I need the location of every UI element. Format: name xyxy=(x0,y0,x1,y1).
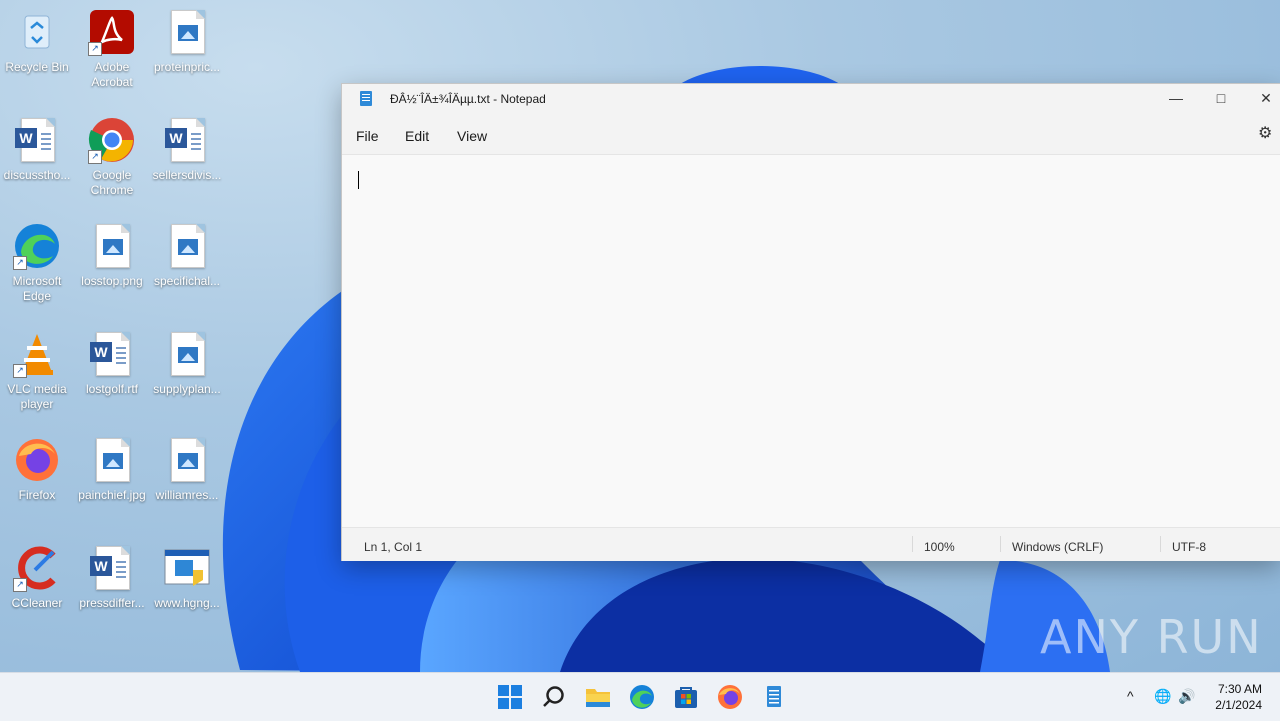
edge-icon: ↗ xyxy=(13,222,61,270)
desktop-icon-microsoft-edge[interactable]: ↗ Microsoft Edge xyxy=(0,222,74,304)
desktop-icon-vlc[interactable]: ↗ VLC media player xyxy=(0,330,74,412)
desktop-icon-losstop[interactable]: losstop.png xyxy=(75,222,149,289)
word-document-icon: W xyxy=(88,544,136,592)
start-icon[interactable] xyxy=(496,683,524,711)
search-icon[interactable] xyxy=(540,683,568,711)
status-separator xyxy=(1000,536,1001,552)
desktop-icon-label: Adobe Acrobat xyxy=(91,60,133,89)
desktop-icon-recycle-bin[interactable]: Recycle Bin xyxy=(0,8,74,75)
desktop-icon-label: lostgolf.rtf xyxy=(85,382,139,396)
desktop-icon-label: VLC media player xyxy=(7,382,67,411)
system-clock[interactable]: 7:30 AM 2/1/2024 xyxy=(1215,681,1262,713)
text-caret xyxy=(358,171,359,189)
ccleaner-icon: ↗ xyxy=(13,544,61,592)
image-file-icon xyxy=(88,436,136,484)
menu-edit[interactable]: Edit xyxy=(405,128,429,144)
chrome-icon: ↗ xyxy=(88,116,136,164)
menu-file[interactable]: File xyxy=(356,128,379,144)
desktop-icon-discusstho[interactable]: W discusstho... xyxy=(0,116,74,183)
notepad-icon[interactable] xyxy=(760,683,788,713)
taskbar: ^ 🌐 🔊 7:30 AM 2/1/2024 xyxy=(0,672,1280,721)
status-cursor-position: Ln 1, Col 1 xyxy=(364,540,423,554)
acrobat-icon: ↗ xyxy=(88,8,136,56)
status-separator xyxy=(912,536,913,552)
image-file-icon xyxy=(163,330,211,378)
image-file-icon xyxy=(163,8,211,56)
image-file-icon xyxy=(163,222,211,270)
desktop-icon-label: painchief.jpg xyxy=(78,488,146,502)
close-button[interactable]: ✕ xyxy=(1243,84,1280,114)
maximize-button[interactable]: □ xyxy=(1198,84,1244,114)
clock-date: 2/1/2024 xyxy=(1215,698,1262,712)
image-file-icon xyxy=(88,222,136,270)
desktop-icon-label: CCleaner xyxy=(11,596,63,610)
desktop-icon-label: Recycle Bin xyxy=(5,60,69,74)
text-editor-area[interactable] xyxy=(342,155,1280,527)
desktop-icon-lostgolf[interactable]: W lostgolf.rtf xyxy=(75,330,149,397)
desktop-icon-label: Google Chrome xyxy=(90,168,134,197)
desktop-icon-painchief[interactable]: painchief.jpg xyxy=(75,436,149,503)
word-document-icon: W xyxy=(163,116,211,164)
desktop-icon-google-chrome[interactable]: ↗ Google Chrome xyxy=(75,116,149,198)
desktop-icon-ccleaner[interactable]: ↗ CCleaner xyxy=(0,544,74,611)
file-explorer-icon[interactable] xyxy=(584,683,612,711)
anyrun-watermark: ANY RUN xyxy=(1040,610,1263,664)
status-encoding: UTF-8 xyxy=(1172,540,1206,554)
firefox-icon[interactable] xyxy=(716,683,744,711)
desktop-icon-sellersdivis[interactable]: W sellersdivis... xyxy=(150,116,224,183)
desktop-icon-label: williamres... xyxy=(155,488,219,502)
word-document-icon: W xyxy=(88,330,136,378)
desktop-icon-label: proteinpric... xyxy=(153,60,221,74)
network-globe-icon[interactable]: 🌐 xyxy=(1154,688,1171,705)
setup-program-icon xyxy=(163,544,211,592)
status-line-ending: Windows (CRLF) xyxy=(1012,540,1104,554)
desktop-icon-label: www.hgng... xyxy=(154,596,220,610)
store-icon[interactable] xyxy=(672,683,700,711)
minimize-button[interactable]: — xyxy=(1153,84,1199,114)
desktop-icon-label: discusstho... xyxy=(3,168,71,182)
settings-gear-icon[interactable]: ⚙ xyxy=(1258,126,1274,142)
window-title: ÐÂ½¨ÎÄ±¾ÎÄµµ.txt - Notepad xyxy=(390,92,546,106)
desktop-icon-label: specifichal... xyxy=(153,274,221,288)
image-file-icon xyxy=(163,436,211,484)
menu-view[interactable]: View xyxy=(457,128,487,144)
desktop-icon-label: Firefox xyxy=(18,488,56,502)
desktop-icon-label: supplyplan... xyxy=(153,382,221,396)
notepad-window[interactable]: ÐÂ½¨ÎÄ±¾ÎÄµµ.txt - Notepad — □ ✕ File Ed… xyxy=(342,84,1280,561)
recycle-bin-icon xyxy=(13,8,61,56)
edge-icon[interactable] xyxy=(628,683,656,711)
menu-bar: File Edit View ⚙ xyxy=(342,114,1280,155)
desktop-icon-pressdiffer[interactable]: W pressdiffer... xyxy=(75,544,149,611)
desktop-icon-specifichal[interactable]: specifichal... xyxy=(150,222,224,289)
clock-time: 7:30 AM xyxy=(1217,682,1262,696)
desktop-icon-label: Microsoft Edge xyxy=(12,274,62,303)
firefox-icon xyxy=(13,436,61,484)
status-separator xyxy=(1160,536,1161,552)
desktop-icon-label: sellersdivis... xyxy=(152,168,222,182)
volume-speaker-icon[interactable]: 🔊 xyxy=(1178,688,1195,705)
desktop-icon-label: losstop.png xyxy=(81,274,143,288)
desktop-icon-williamres[interactable]: williamres... xyxy=(150,436,224,503)
notepad-app-icon xyxy=(360,91,372,106)
desktop-icon-label: pressdiffer... xyxy=(79,596,145,610)
status-zoom: 100% xyxy=(924,540,955,554)
desktop-icon-proteinpric[interactable]: proteinpric... xyxy=(150,8,224,75)
desktop-icon-www-hgng[interactable]: www.hgng... xyxy=(150,544,224,611)
desktop-icon-firefox[interactable]: Firefox xyxy=(0,436,74,503)
show-hidden-icons-chevron-icon[interactable]: ^ xyxy=(1127,688,1134,704)
desktop-icon-adobe-acrobat[interactable]: ↗ Adobe Acrobat xyxy=(75,8,149,90)
vlc-icon: ↗ xyxy=(13,330,61,378)
word-document-icon: W xyxy=(13,116,61,164)
desktop-icon-supplyplan[interactable]: supplyplan... xyxy=(150,330,224,397)
status-bar: Ln 1, Col 1 100% Windows (CRLF) UTF-8 xyxy=(342,527,1280,561)
title-bar[interactable]: ÐÂ½¨ÎÄ±¾ÎÄµµ.txt - Notepad — □ ✕ xyxy=(342,84,1280,114)
